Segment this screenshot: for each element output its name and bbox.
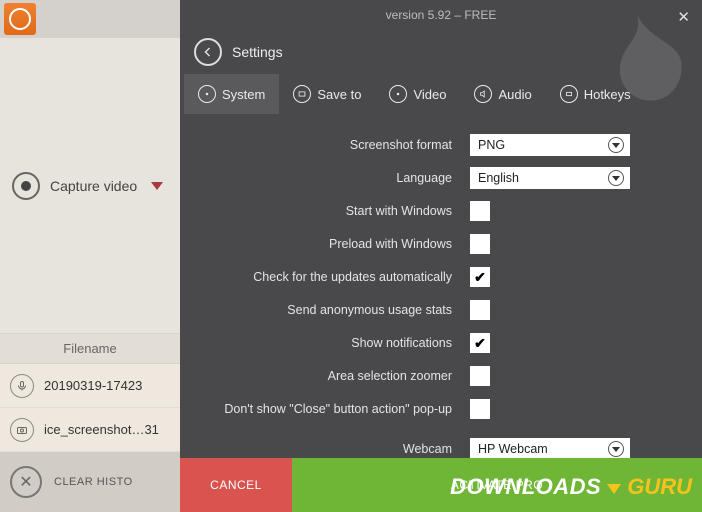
label-start-with-windows: Start with Windows [180,204,470,218]
tab-label: Save to [317,87,361,102]
chevron-down-icon [608,170,624,186]
select-screenshot-format[interactable]: PNG [470,134,630,156]
settings-header: Settings [180,30,702,74]
settings-title: Settings [232,44,283,60]
checkbox-usage-stats[interactable] [470,300,490,320]
select-webcam[interactable]: HP Webcam [470,438,630,458]
tab-hotkeys[interactable]: Hotkeys [546,74,645,114]
chevron-down-icon[interactable] [151,182,163,190]
label-preload-with-windows: Preload with Windows [180,237,470,251]
file-name: ice_screenshot…31 [44,422,159,437]
checkbox-dont-show-close[interactable] [470,399,490,419]
label-dont-show-close: Don't show "Close" button action" pop-up [180,402,470,416]
tab-system[interactable]: System [184,74,279,114]
tab-label: System [222,87,265,102]
checkbox-start-with-windows[interactable] [470,201,490,221]
settings-form: Screenshot format PNG Language English S… [180,114,702,458]
tab-save-to[interactable]: Save to [279,74,375,114]
close-history-button[interactable]: ✕ [10,466,42,498]
list-item[interactable]: ice_screenshot…31 [0,408,180,452]
select-language[interactable]: English [470,167,630,189]
tab-audio[interactable]: Audio [460,74,545,114]
video-icon [389,85,407,103]
gear-icon [198,85,216,103]
tab-label: Hotkeys [584,87,631,102]
brand-right: GURU [627,474,692,500]
folder-icon [293,85,311,103]
download-arrow-icon [607,484,621,494]
label-webcam: Webcam [180,442,470,456]
brand-left: DOWNLOADS [450,474,601,500]
tab-video[interactable]: Video [375,74,460,114]
back-button[interactable] [194,38,222,66]
file-name: 20190319-17423 [44,378,142,393]
checkbox-check-updates[interactable] [470,267,490,287]
mic-icon [10,374,34,398]
camera-icon [10,418,34,442]
label-screenshot-format: Screenshot format [180,138,470,152]
close-icon[interactable]: ✕ [677,8,690,26]
filename-column-header: Filename [0,334,180,364]
label-area-zoomer: Area selection zoomer [180,369,470,383]
audio-icon [474,85,492,103]
tab-label: Video [413,87,446,102]
sidebar: Capture video Filename 20190319-17423 ic… [0,0,180,512]
clear-history-button[interactable]: CLEAR HISTO [54,476,133,488]
cancel-button[interactable]: CANCEL [180,458,292,512]
list-item[interactable]: 20190319-17423 [0,364,180,408]
label-show-notifications: Show notifications [180,336,470,350]
record-icon [12,172,40,200]
settings-tabs: System Save to Video Audio Hotkeys [180,74,702,114]
tab-label: Audio [498,87,531,102]
keyboard-icon [560,85,578,103]
brand-watermark: DOWNLOADS GURU [450,474,692,500]
checkbox-area-zoomer[interactable] [470,366,490,386]
select-value: HP Webcam [478,442,548,456]
titlebar [0,0,180,38]
select-value: English [478,171,519,185]
chevron-down-icon [608,441,624,457]
settings-panel: version 5.92 – FREE ✕ Settings System Sa… [180,0,702,512]
label-language: Language [180,171,470,185]
chevron-down-icon [608,137,624,153]
label-check-updates: Check for the updates automatically [180,270,470,284]
capture-video-label: Capture video [50,178,137,194]
sidebar-footer: ✕ CLEAR HISTO [0,452,180,512]
select-value: PNG [478,138,505,152]
checkbox-show-notifications[interactable] [470,333,490,353]
capture-video-button[interactable]: Capture video [0,38,180,334]
version-label: version 5.92 – FREE [180,8,702,22]
checkbox-preload-with-windows[interactable] [470,234,490,254]
app-logo-icon [4,3,36,35]
label-usage-stats: Send anonymous usage stats [180,303,470,317]
